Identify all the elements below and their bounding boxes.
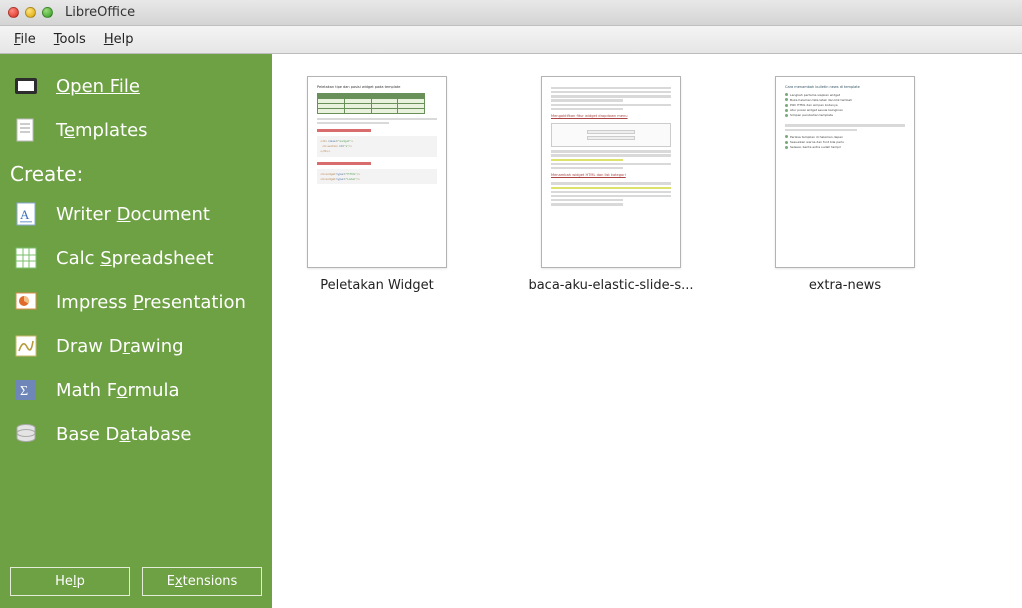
calc-icon [12,244,40,272]
main-area: Open File Templates Create: A Writer Doc… [0,54,1022,608]
create-math-label: Math Formula [56,380,180,401]
svg-text:A: A [20,207,30,222]
titlebar: LibreOffice [0,0,1022,26]
menu-help[interactable]: Help [96,29,142,50]
extensions-button[interactable]: Extensions [142,567,262,596]
minimize-icon[interactable] [25,7,36,18]
zoom-icon[interactable] [42,7,53,18]
create-impress[interactable]: Impress Presentation [10,280,262,324]
impress-icon [12,288,40,316]
recent-documents: Peletakan tipe dan posisi widget pada te… [272,54,1022,608]
create-base-label: Base Database [56,424,191,445]
writer-icon: A [12,200,40,228]
create-writer-label: Writer Document [56,204,210,225]
create-heading: Create: [10,152,262,192]
menubar: File Tools Help [0,26,1022,54]
recent-doc-1-thumb: Peletakan tipe dan posisi widget pada te… [307,76,447,268]
templates-label: Templates [56,120,148,141]
recent-doc-2[interactable]: Mengaktifkan fitur widget dropdown menu … [526,76,696,293]
recent-doc-2-thumb: Mengaktifkan fitur widget dropdown menu … [541,76,681,268]
close-icon[interactable] [8,7,19,18]
window-controls [8,7,53,18]
create-writer[interactable]: A Writer Document [10,192,262,236]
create-calc-label: Calc Spreadsheet [56,248,214,269]
recent-doc-1[interactable]: Peletakan tipe dan posisi widget pada te… [292,76,462,293]
help-button[interactable]: Help [10,567,130,596]
recent-doc-1-label: Peletakan Widget [320,278,433,293]
menu-file[interactable]: File [6,29,44,50]
sidebar-buttons: Help Extensions [10,559,262,596]
create-calc[interactable]: Calc Spreadsheet [10,236,262,280]
open-file-icon [12,72,40,100]
menu-tools[interactable]: Tools [46,29,94,50]
math-icon: Σ [12,376,40,404]
svg-text:Σ: Σ [20,384,28,399]
base-icon [12,420,40,448]
create-impress-label: Impress Presentation [56,292,246,313]
recent-doc-3[interactable]: Cara menambah bulletin news di template … [760,76,930,293]
recent-doc-3-thumb: Cara menambah bulletin news di template … [775,76,915,268]
create-draw[interactable]: Draw Drawing [10,324,262,368]
templates-icon [12,116,40,144]
create-math[interactable]: Σ Math Formula [10,368,262,412]
templates-button[interactable]: Templates [10,108,262,152]
recent-doc-3-label: extra-news [809,278,881,293]
create-base[interactable]: Base Database [10,412,262,456]
recent-doc-2-label: baca-aku-elastic-slide-s... [528,278,693,293]
draw-icon [12,332,40,360]
create-draw-label: Draw Drawing [56,336,184,357]
window-title: LibreOffice [65,5,135,20]
open-file-label: Open File [56,76,140,97]
open-file-button[interactable]: Open File [10,64,262,108]
sidebar: Open File Templates Create: A Writer Doc… [0,54,272,608]
